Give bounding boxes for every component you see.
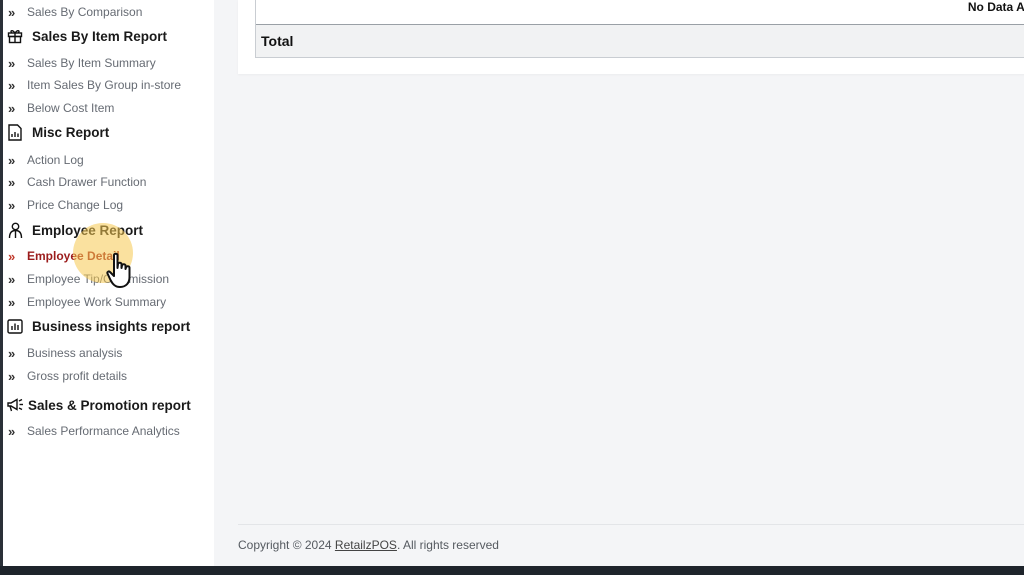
section-label: Sales By Item Report <box>32 28 168 44</box>
sidebar-item-sales-by-item-summary[interactable]: » Sales By Item Summary <box>8 53 156 73</box>
sidebar-item-label: Employee Work Summary <box>27 295 167 309</box>
megaphone-icon <box>6 396 24 414</box>
double-chevron-right-icon: » <box>8 152 15 168</box>
sidebar-item-item-sales-by-group[interactable]: » Item Sales By Group in-store <box>8 75 181 95</box>
bar-chart-icon <box>6 317 24 335</box>
report-document-icon <box>6 123 24 141</box>
sidebar-item-label: Action Log <box>27 153 84 167</box>
gift-icon <box>6 27 24 45</box>
double-chevron-right-icon: » <box>8 423 15 439</box>
section-business-insights-report: Business insights report <box>6 315 190 337</box>
total-label: Total <box>261 33 294 49</box>
sidebar-item-action-log[interactable]: » Action Log <box>8 150 84 170</box>
section-misc-report: Misc Report <box>6 121 109 143</box>
brand-link[interactable]: RetailzPOS <box>335 538 397 552</box>
section-sales-promotion-report: Sales & Promotion report <box>6 394 191 416</box>
sidebar-item-label: Gross profit details <box>27 369 128 383</box>
sidebar-item-sales-performance-analytics[interactable]: » Sales Performance Analytics <box>8 421 180 441</box>
sidebar-item-label: Business analysis <box>27 346 123 360</box>
sidebar-item-label: Cash Drawer Function <box>27 175 147 189</box>
double-chevron-right-icon: » <box>8 174 15 190</box>
sidebar-item-business-analysis[interactable]: » Business analysis <box>8 343 122 363</box>
double-chevron-right-icon: » <box>8 100 15 116</box>
footer-copyright: Copyright © 2024 RetailzPOS. All rights … <box>238 538 499 552</box>
hand-pointer-cursor-icon <box>106 252 138 295</box>
sidebar-item-below-cost-item[interactable]: » Below Cost Item <box>8 98 114 118</box>
sidebar-item-label: Sales Performance Analytics <box>27 424 180 438</box>
taskbar <box>0 566 1024 575</box>
sidebar-item-gross-profit-details[interactable]: » Gross profit details <box>8 366 127 386</box>
no-data-text: No Data Avai <box>967 0 1024 14</box>
main-content: No Data Avai Total 00 Copyright © 2024 R… <box>214 0 1024 566</box>
sidebar: » Sales By Comparison Sales By Item Repo… <box>3 0 214 566</box>
sidebar-item-label: Sales By Item Summary <box>27 56 156 70</box>
sidebar-item-label: Price Change Log <box>27 198 124 212</box>
sidebar-item-label: Below Cost Item <box>27 101 115 115</box>
section-sales-by-item-report: Sales By Item Report <box>6 25 167 47</box>
section-label: Sales & Promotion report <box>28 397 191 413</box>
section-label: Misc Report <box>32 124 110 140</box>
copyright-prefix: Copyright © 2024 <box>238 538 335 552</box>
sidebar-item-label: Item Sales By Group in-store <box>27 78 182 92</box>
total-row: Total 00 <box>256 25 1024 57</box>
double-chevron-right-icon: » <box>8 271 15 287</box>
copyright-suffix: . All rights reserved <box>396 538 499 552</box>
double-chevron-right-icon: » <box>8 197 15 213</box>
double-chevron-right-icon: » <box>8 345 15 361</box>
double-chevron-right-icon: » <box>8 294 15 310</box>
app-window: » Sales By Comparison Sales By Item Repo… <box>3 0 1024 566</box>
report-card: No Data Avai Total 00 <box>238 0 1024 74</box>
sidebar-item-employee-work-summary[interactable]: » Employee Work Summary <box>8 292 166 312</box>
section-label: Business insights report <box>32 318 191 334</box>
double-chevron-right-icon: » <box>8 55 15 71</box>
double-chevron-right-icon: » <box>8 248 15 264</box>
report-table: No Data Avai Total 00 <box>255 0 1024 58</box>
sidebar-item-label: Sales By Comparison <box>27 5 143 19</box>
double-chevron-right-icon: » <box>8 77 15 93</box>
person-icon <box>6 221 24 239</box>
sidebar-item-price-change-log[interactable]: » Price Change Log <box>8 195 123 215</box>
table-row: No Data Avai <box>256 0 1024 25</box>
double-chevron-right-icon: » <box>8 368 15 384</box>
sidebar-item-cash-drawer-function[interactable]: » Cash Drawer Function <box>8 172 146 192</box>
double-chevron-right-icon: » <box>8 4 15 20</box>
footer-divider <box>238 524 1024 525</box>
sidebar-item-sales-by-comparison[interactable]: » Sales By Comparison <box>8 2 142 22</box>
